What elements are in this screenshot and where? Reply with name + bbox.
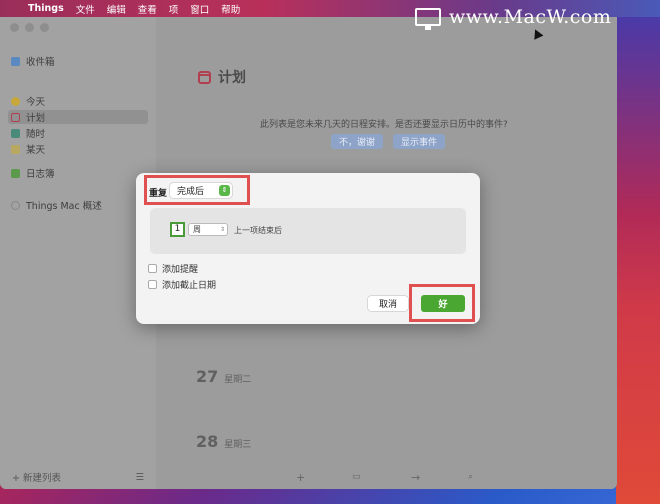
interval-panel: 1 周 ⇕ 上一项结束后 (150, 208, 466, 254)
move-arrow-icon[interactable]: → (411, 471, 420, 484)
sidebar-item-area[interactable]: Things Mac 概述 (8, 198, 148, 212)
add-deadline-checkbox[interactable]: 添加截止日期 (148, 278, 216, 291)
logbook-icon (11, 168, 20, 178)
area-circle-icon (11, 200, 20, 210)
menu-view[interactable]: 查看 (134, 2, 165, 16)
menu-item[interactable]: 项 (165, 2, 187, 16)
checkbox-icon (148, 280, 157, 289)
menu-file[interactable]: 文件 (72, 2, 103, 16)
repeat-dialog: 重复 完成后 ⇕ 1 周 ⇕ 上一项结束后 添加提醒 添加截止日期 取消 好 (136, 173, 480, 324)
menu-window[interactable]: 窗口 (186, 2, 217, 16)
page-title: 计划 (198, 67, 246, 87)
new-list-button[interactable]: + 新建列表 (12, 470, 61, 484)
sidebar-item-label: 某天 (26, 145, 46, 156)
stepper-icon: ⇕ (219, 226, 225, 233)
sidebar-item-label: 今天 (26, 97, 46, 108)
sidebar-footer: + 新建列表 ☰ (0, 465, 156, 489)
sidebar-item-label: Things Mac 概述 (26, 201, 102, 212)
filter-icon[interactable]: ☰ (135, 472, 144, 483)
repeat-label: 重复 (149, 189, 168, 199)
day-number: 27 (196, 367, 219, 386)
sidebar-item-logbook[interactable]: 日志簿 (8, 166, 148, 180)
calendar-icon (198, 70, 211, 84)
checkbox-label: 添加提醒 (162, 265, 199, 275)
star-icon (11, 96, 20, 106)
inbox-icon (11, 56, 20, 66)
calendar-icon[interactable]: ▭ (352, 472, 361, 482)
no-thanks-button[interactable]: 不，谢谢 (331, 134, 384, 149)
sidebar-item-anytime[interactable]: 随时 (8, 126, 148, 140)
calendar-notice: 此列表是您未来几天的日程安排。是否还要显示日历中的事件? (260, 120, 508, 130)
sidebar-item-someday[interactable]: 某天 (8, 142, 148, 156)
interval-unit-value: 周 (193, 225, 201, 234)
checkbox-label: 添加截止日期 (162, 281, 217, 291)
day-header: 28 星期三 (196, 432, 251, 451)
show-events-button[interactable]: 显示事件 (393, 134, 446, 149)
calendar-icon (11, 112, 20, 122)
sidebar-item-label: 日志簿 (26, 169, 55, 180)
box-icon (11, 144, 20, 154)
chevron-updown-icon: ⇕ (219, 185, 230, 196)
sidebar-item-label: 计划 (26, 113, 46, 124)
desktop-wallpaper (616, 17, 660, 504)
menu-app-name[interactable]: Things (22, 3, 72, 14)
day-number: 28 (196, 432, 219, 451)
bottom-toolbar: + ▭ → ⌕ (156, 465, 617, 489)
add-reminder-checkbox[interactable]: 添加提醒 (148, 262, 198, 275)
sidebar-item-label: 随时 (26, 129, 46, 140)
menu-edit[interactable]: 编辑 (103, 2, 134, 16)
cancel-button[interactable]: 取消 (368, 296, 408, 311)
day-weekday: 星期三 (224, 440, 252, 450)
repeat-mode-value: 完成后 (177, 187, 205, 197)
sidebar-item-today[interactable]: 今天 (8, 94, 148, 108)
day-weekday: 星期二 (224, 375, 252, 385)
ok-button[interactable]: 好 (421, 295, 465, 312)
close-window-button[interactable] (10, 23, 19, 32)
layers-icon (11, 128, 20, 138)
zoom-window-button[interactable] (40, 23, 49, 32)
page-title-text: 计划 (218, 70, 246, 86)
watermark-text: www.MacW.com (449, 6, 612, 28)
interval-suffix: 上一项结束后 (234, 226, 282, 235)
day-header: 27 星期二 (196, 367, 251, 386)
repeat-mode-select[interactable]: 完成后 ⇕ (170, 183, 232, 198)
minimize-window-button[interactable] (25, 23, 34, 32)
sidebar-item-upcoming[interactable]: 计划 (8, 110, 148, 124)
monitor-logo-icon (415, 8, 441, 30)
sidebar: 收件箱 今天 计划 随时 某天 日志簿 Things Mac 概述 + 新建列表 (0, 17, 156, 489)
search-icon[interactable]: ⌕ (468, 472, 473, 482)
sidebar-item-label: 收件箱 (26, 57, 55, 68)
add-todo-icon[interactable]: + (296, 471, 305, 484)
window-controls (10, 23, 49, 32)
sidebar-item-inbox[interactable]: 收件箱 (8, 54, 148, 68)
menu-help[interactable]: 帮助 (217, 2, 248, 16)
interval-unit-select[interactable]: 周 ⇕ (188, 223, 228, 236)
interval-number-field[interactable]: 1 (170, 222, 185, 237)
checkbox-icon (148, 264, 157, 273)
watermark: www.MacW.com (415, 6, 612, 30)
